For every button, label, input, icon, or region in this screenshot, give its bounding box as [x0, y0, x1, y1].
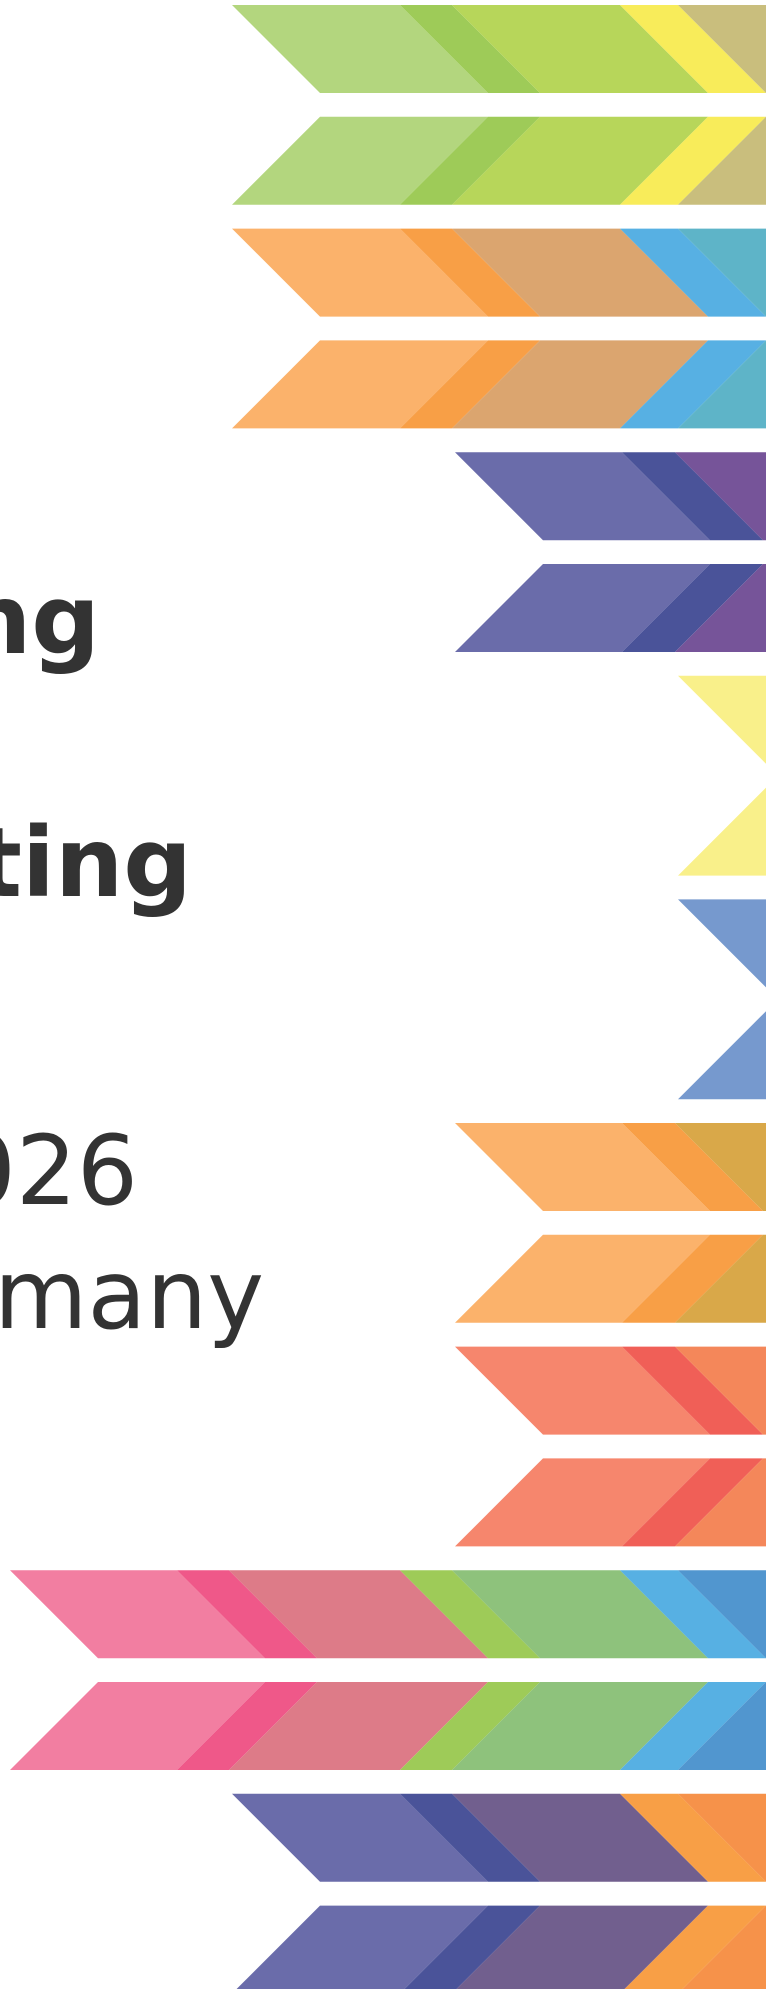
chevron-stripe: [232, 116, 766, 205]
heading-line-1: ng: [0, 564, 100, 676]
chevron-stripe: [232, 340, 766, 429]
chevron-stripe: [455, 564, 766, 652]
chevron-stripe: [455, 452, 766, 541]
chevron-stripe: [455, 1458, 766, 1547]
chevron-stripe: [678, 787, 766, 876]
location-line: rmany: [0, 1239, 264, 1351]
chevron-stripe: [10, 1682, 766, 1770]
chevron-stripe: [678, 675, 766, 764]
heading-line-2: nting: [0, 807, 192, 919]
chevron-stripe: [236, 1905, 766, 1989]
stripe-segment: [678, 899, 766, 988]
chevron-stripe-art: [10, 5, 766, 1989]
stripe-segment: [678, 787, 766, 876]
chevron-stripe: [455, 1123, 766, 1211]
chevron-stripe: [232, 1793, 766, 1882]
chevron-stripe: [10, 1570, 766, 1659]
chevron-stripe: [232, 5, 766, 93]
date-line: 026: [0, 1115, 138, 1227]
stripe-segment: [678, 1011, 766, 1100]
stripe-segment: [678, 675, 766, 764]
chevron-stripe: [678, 1011, 766, 1100]
chevron-stripe: [678, 899, 766, 988]
poster-canvas: ng nting 026 rmany: [0, 0, 774, 1989]
chevron-stripe: [455, 1346, 766, 1435]
chevron-stripe: [455, 1234, 766, 1323]
chevron-stripe: [232, 228, 766, 317]
